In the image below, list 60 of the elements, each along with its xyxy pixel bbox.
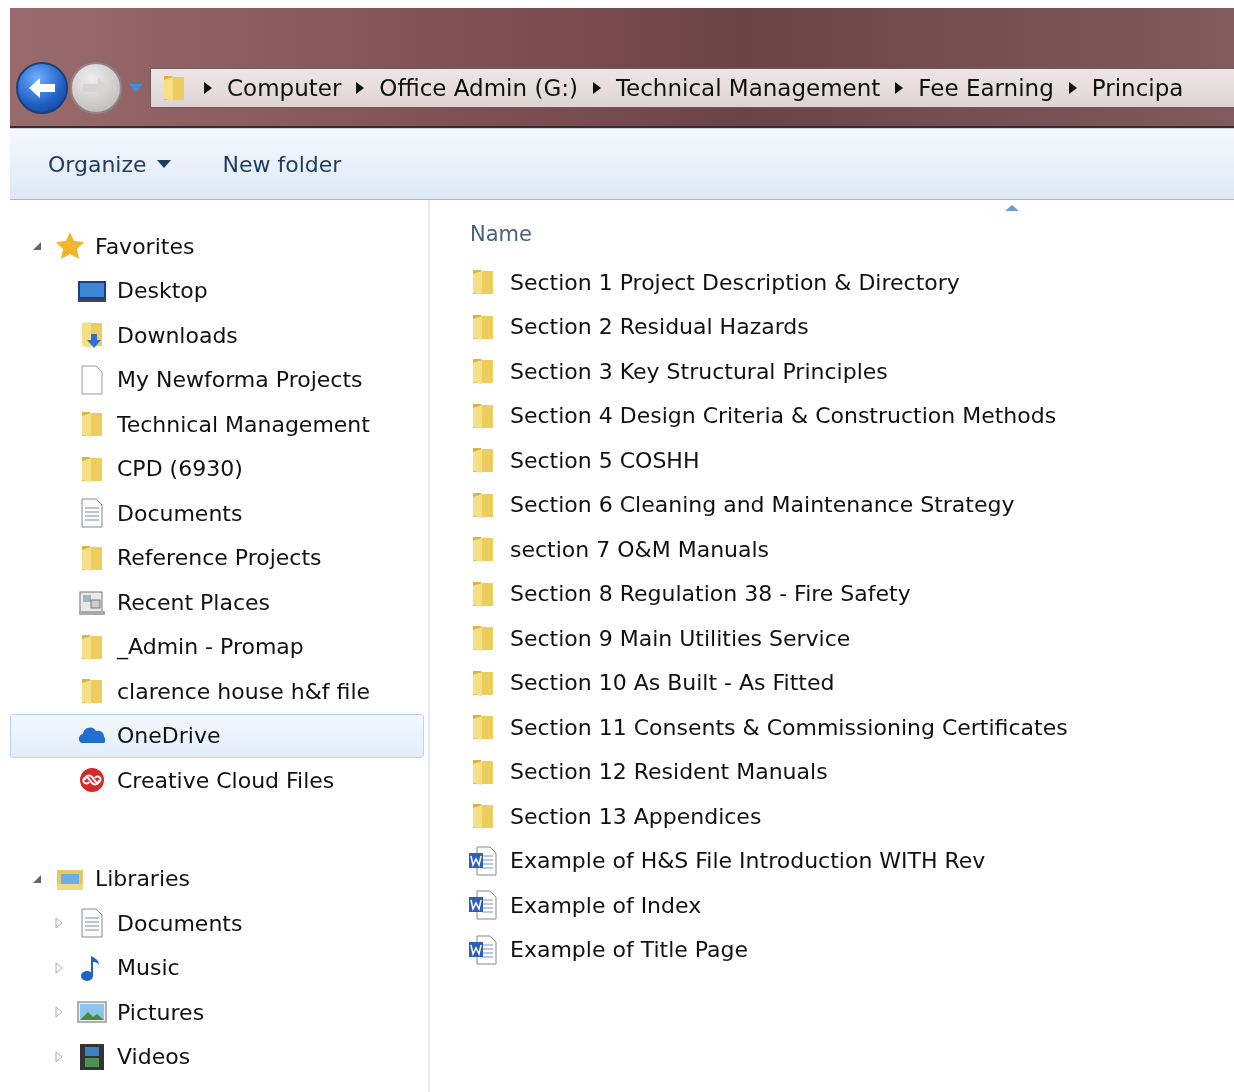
file-name[interactable]: Section 10 As Built - As Fitted [510, 670, 835, 696]
file-name[interactable]: Section 12 Resident Manuals [510, 759, 828, 785]
file-name[interactable]: Section 8 Regulation 38 - Fire Safety [510, 581, 911, 607]
caret-icon [128, 83, 144, 93]
word-document-icon [468, 934, 498, 965]
breadcrumb-item[interactable]: Computer [227, 75, 342, 101]
sidebar-item[interactable]: Pictures [117, 999, 205, 1025]
breadcrumb-item[interactable]: Office Admin (G:) [379, 75, 578, 101]
file-name[interactable]: Section 3 Key Structural Principles [510, 358, 888, 384]
star-icon [55, 231, 85, 262]
breadcrumb-item[interactable]: Technical Management [615, 75, 881, 101]
forward-button[interactable] [70, 62, 122, 114]
word-document-icon [468, 890, 498, 921]
file-name[interactable]: Section 9 Main Utilities Service [510, 625, 851, 651]
file-name[interactable]: Section 4 Design Criteria & Construction Methods [510, 403, 1057, 429]
toolbar-button[interactable]: Organize [36, 145, 183, 183]
file-name[interactable]: Example of H&S File Introduction WITH Rev [510, 848, 986, 874]
breadcrumb-arrow-icon[interactable] [591, 81, 602, 95]
sidebar-item[interactable]: CPD (6930) [117, 456, 243, 482]
breadcrumb-arrow-icon[interactable] [894, 81, 905, 95]
file-name[interactable]: Section 6 Cleaning and Maintenance Strategy [510, 492, 1015, 518]
sidebar-item[interactable]: Videos [117, 1044, 191, 1070]
collapse-arrow-icon[interactable] [32, 873, 42, 884]
column-header[interactable]: Name [468, 222, 532, 246]
sidebar-item[interactable]: My Newforma Projects [117, 367, 363, 393]
sidebar-item[interactable]: Recent Places [117, 589, 270, 615]
file-name[interactable]: Section 5 COSHH [510, 447, 700, 473]
back-arrow-icon [27, 76, 57, 100]
file-name[interactable]: Example of Title Page [510, 937, 749, 963]
word-document-icon [468, 845, 498, 876]
file-name[interactable]: Section 11 Consents & Commissioning Certificates [510, 714, 1068, 740]
breadcrumb-item[interactable]: Principa [1091, 75, 1184, 101]
sidebar-item[interactable]: Creative Cloud Files [117, 767, 335, 793]
file-name[interactable]: Example of Index [510, 892, 702, 918]
file-name[interactable]: Section 2 Residual Hazards [510, 314, 809, 340]
back-button[interactable] [16, 62, 68, 114]
file-name[interactable]: Section 1 Project Description & Directory [510, 269, 960, 295]
collapse-arrow-icon[interactable] [32, 241, 42, 252]
sidebar-item[interactable]: Technical Management [117, 411, 370, 437]
sidebar-group-label[interactable]: Libraries [95, 866, 190, 892]
selected-sidebar-item[interactable]: OneDrive [10, 713, 424, 758]
sidebar-item[interactable]: Documents [117, 500, 243, 526]
address-bar[interactable]: Computer Office Admin (G:) Technical Management Fee Earning Principa [150, 68, 1234, 108]
breadcrumb-arrow-icon[interactable] [1067, 81, 1078, 95]
file-name[interactable]: section 7 O&M Manuals [510, 536, 770, 562]
sidebar-item[interactable]: clarence house h&f file [117, 678, 371, 704]
breadcrumb-item[interactable]: Fee Earning [918, 75, 1054, 101]
sidebar-item[interactable]: Desktop [117, 278, 208, 304]
sidebar-item[interactable]: _Admin - Promap [117, 634, 304, 660]
sidebar-item[interactable]: Documents [117, 910, 243, 936]
breadcrumb-arrow-icon[interactable] [203, 81, 213, 95]
sidebar-item[interactable]: OneDrive [117, 723, 221, 749]
sidebar-item[interactable]: Music [117, 955, 180, 981]
sidebar-group-label[interactable]: Favorites [95, 233, 195, 259]
toolbar-button[interactable]: New folder [210, 145, 354, 183]
breadcrumb-arrow-icon[interactable] [355, 81, 366, 95]
sidebar-item[interactable]: Downloads [117, 322, 238, 348]
film-strip-icon [77, 1041, 107, 1072]
file-name[interactable]: Section 13 Appendices [510, 803, 762, 829]
sidebar-item[interactable]: Reference Projects [117, 545, 322, 571]
